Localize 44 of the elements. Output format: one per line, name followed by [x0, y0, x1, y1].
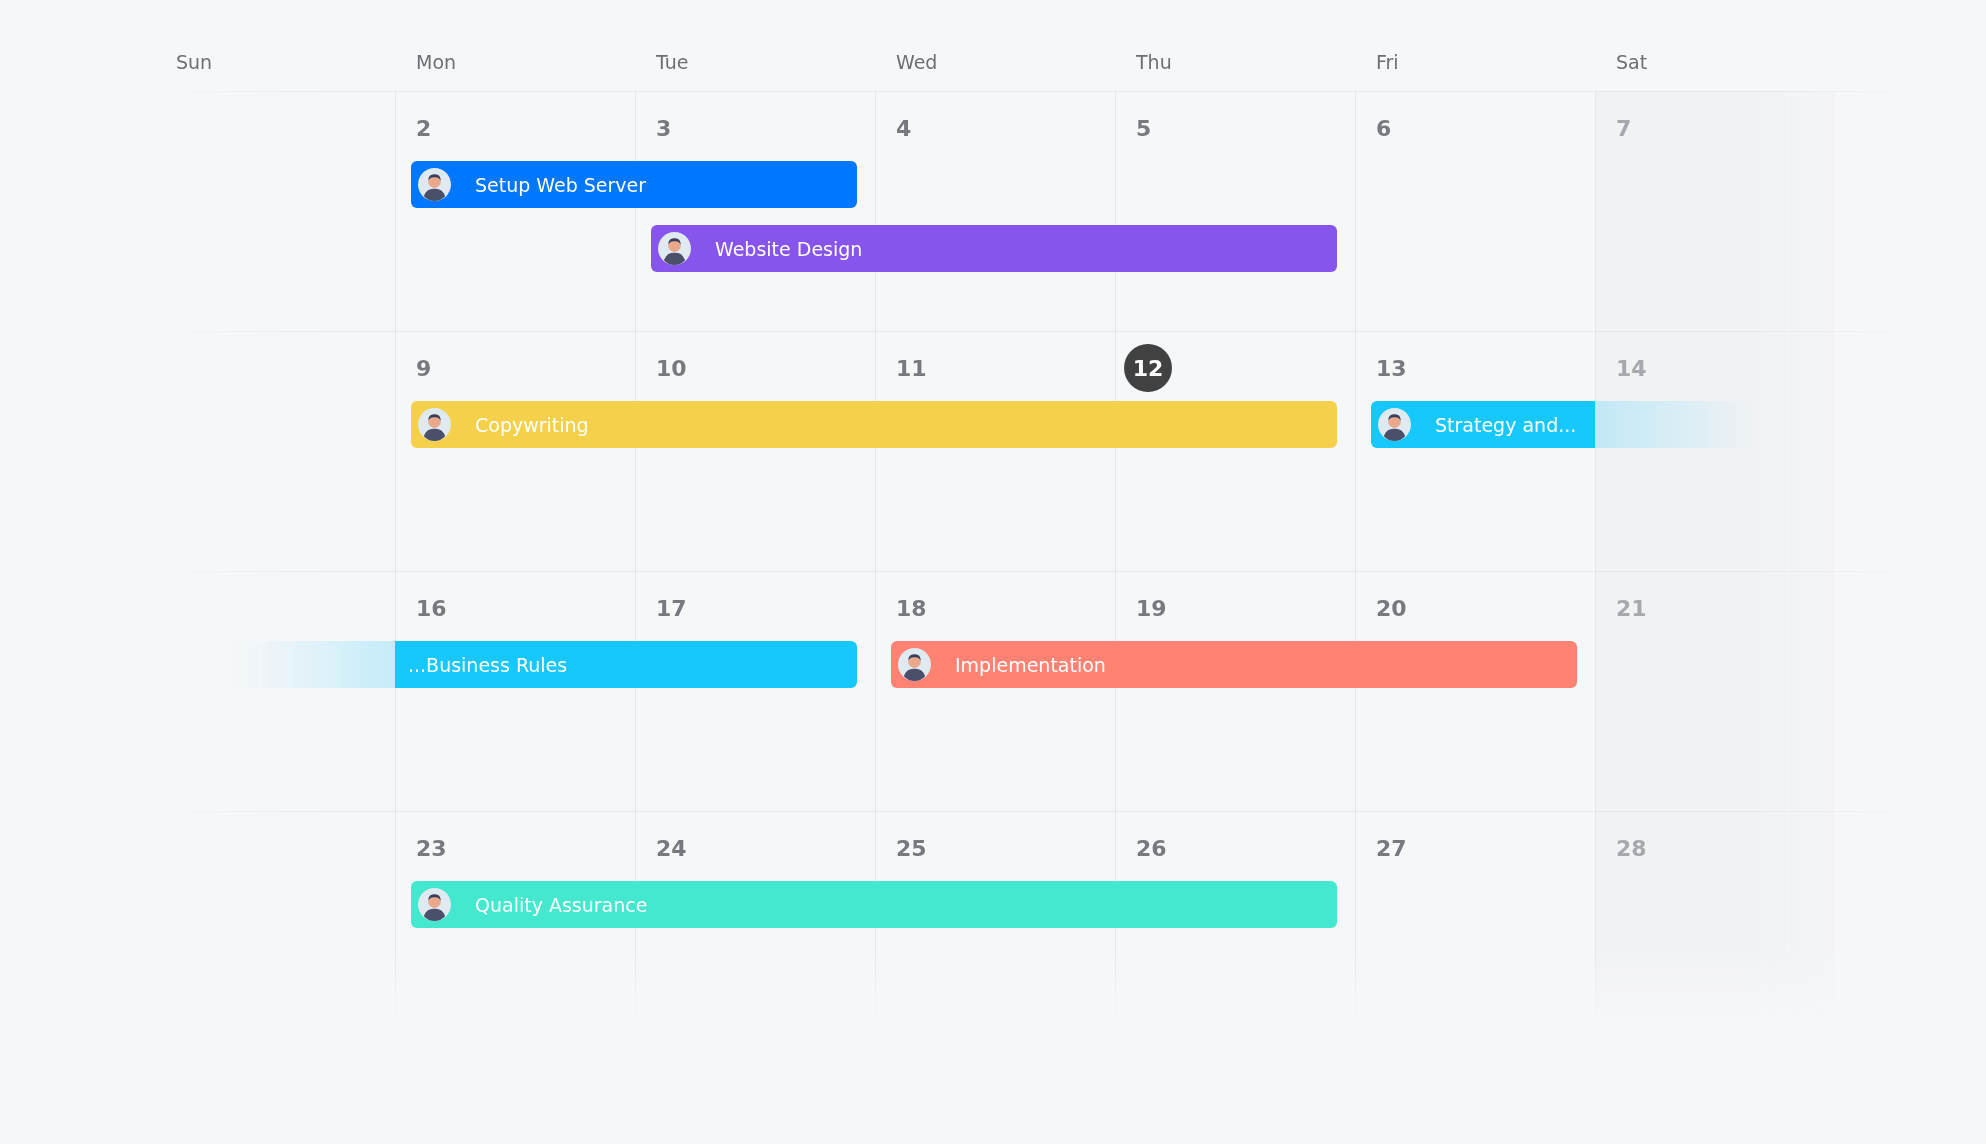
avatar-icon: [658, 232, 691, 265]
date-label: 21: [1615, 594, 1648, 623]
date-label: 17: [655, 594, 688, 623]
avatar-icon: [418, 888, 451, 921]
date-label: 10: [655, 354, 688, 383]
date-label: 6: [1375, 114, 1393, 143]
date-label: 3: [655, 114, 673, 143]
event-bar[interactable]: Strategy and...: [1371, 401, 1595, 448]
date-label: 19: [1135, 594, 1168, 623]
date-label: 25: [895, 834, 928, 863]
event-bar[interactable]: ...Business Rules: [395, 641, 857, 688]
date-label: 14: [1615, 354, 1648, 383]
weekday-label: Mon: [416, 51, 457, 73]
avatar-icon: [418, 168, 451, 201]
avatar-icon: [418, 408, 451, 441]
event-bar[interactable]: Setup Web Server: [411, 161, 857, 208]
date-label: 13: [1375, 354, 1408, 383]
date-label: 26: [1135, 834, 1168, 863]
date-label: 18: [895, 594, 928, 623]
date-label: 9: [415, 354, 433, 383]
weekday-label: Wed: [896, 51, 938, 73]
weekday-label: Thu: [1136, 51, 1172, 73]
avatar-icon: [1378, 408, 1411, 441]
weekday-label: Sat: [1616, 51, 1648, 73]
date-label: 16: [415, 594, 448, 623]
date-label: 7: [1615, 114, 1633, 143]
event-bar[interactable]: Quality Assurance: [411, 881, 1337, 928]
weekday-label: Sun: [176, 51, 213, 73]
date-label: 5: [1135, 114, 1153, 143]
weekday-label: Fri: [1376, 51, 1399, 73]
date-label: 20: [1375, 594, 1408, 623]
weekday-label: Tue: [656, 51, 689, 73]
date-label: 12: [1124, 344, 1172, 392]
event-bar[interactable]: Implementation: [891, 641, 1577, 688]
date-label: 28: [1615, 834, 1648, 863]
event-bar[interactable]: Website Design: [651, 225, 1337, 272]
date-label: 4: [895, 114, 913, 143]
event-bar[interactable]: Copywriting: [411, 401, 1337, 448]
avatar-icon: [898, 648, 931, 681]
date-label: 23: [415, 834, 448, 863]
date-label: 24: [655, 834, 688, 863]
date-label: 11: [895, 354, 928, 383]
date-label: 2: [415, 114, 433, 143]
date-label: 27: [1375, 834, 1408, 863]
